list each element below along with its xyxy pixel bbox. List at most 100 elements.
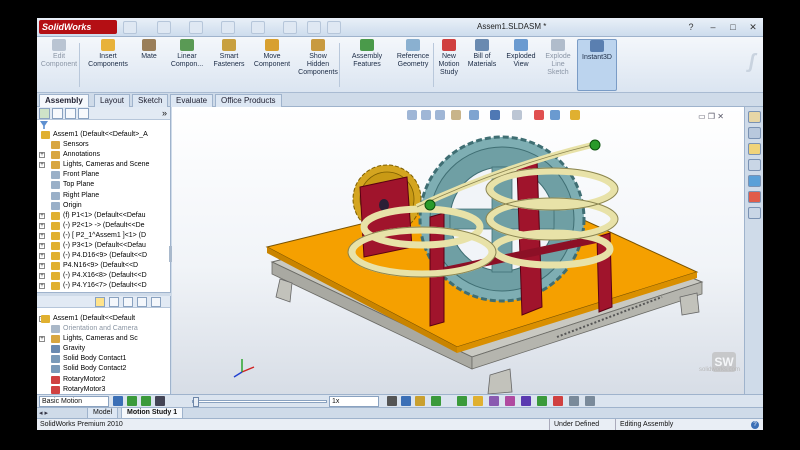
tree-item[interactable]: + P4.N16<9> (Default<<D	[37, 261, 170, 271]
appearances-icon[interactable]	[748, 191, 761, 203]
assembly-features-button[interactable]: Assembly Features	[347, 39, 387, 91]
motor-icon[interactable]	[473, 396, 483, 406]
design-library-icon[interactable]	[748, 127, 761, 139]
autofit-icon[interactable]	[151, 297, 161, 307]
expander-icon[interactable]: +	[39, 212, 45, 219]
filter-selected-icon[interactable]	[123, 297, 133, 307]
tree-item[interactable]: + Lights, Cameras and Scene	[37, 160, 170, 170]
tree-item[interactable]: + (-) P2<1> -> (Default<<De	[37, 221, 170, 231]
expander-icon[interactable]: +	[39, 263, 45, 270]
autokey-icon[interactable]	[431, 396, 441, 406]
expander-icon[interactable]: +	[39, 222, 45, 229]
damper-icon[interactable]	[505, 396, 515, 406]
new-motion-study-button[interactable]: New Motion Study	[437, 39, 461, 91]
tree-item[interactable]: Front Plane	[37, 170, 170, 180]
expander-icon[interactable]: +	[39, 162, 45, 169]
select-icon[interactable]	[283, 21, 297, 34]
expander-icon[interactable]: +	[39, 152, 45, 159]
feature-manager-tab-icon[interactable]	[39, 108, 50, 119]
filter-driving-icon[interactable]	[109, 297, 119, 307]
undo-icon[interactable]	[251, 21, 265, 34]
expander-icon[interactable]: +	[39, 232, 45, 239]
expander-icon[interactable]: +	[39, 273, 45, 280]
help-button[interactable]: ?	[685, 21, 697, 33]
expander-icon[interactable]: +	[39, 283, 45, 290]
tab-evaluate[interactable]: Evaluate	[170, 94, 214, 107]
tree-item[interactable]: Gravity	[37, 344, 170, 354]
linear-pattern-button[interactable]: Linear Compon...	[167, 39, 207, 91]
tree-item[interactable]: Top Plane	[37, 180, 170, 190]
study-type-select[interactable]: Basic Motion	[39, 396, 109, 407]
exploded-view-button[interactable]: Exploded View	[503, 39, 539, 91]
tree-item[interactable]: Solid Body Contact1	[37, 354, 170, 364]
show-hidden-button[interactable]: Show Hidden Components	[293, 39, 343, 91]
maximize-button[interactable]: □	[727, 21, 739, 33]
options-icon[interactable]	[327, 21, 341, 34]
playback-mode-icon[interactable]	[387, 396, 397, 406]
minimize-button[interactable]: –	[707, 21, 719, 33]
tree-item[interactable]: + (-) [ P2_1^Assem1 ]<1> (D	[37, 231, 170, 241]
tree-item[interactable]: RotaryMotor2	[37, 375, 170, 385]
rebuild-icon[interactable]	[307, 21, 321, 34]
assembly-model[interactable]	[172, 107, 744, 394]
property-manager-tab-icon[interactable]	[52, 108, 63, 119]
tree-item[interactable]: + (f) P1<1> (Default<<Defau	[37, 211, 170, 221]
close-button[interactable]: ✕	[747, 21, 759, 33]
playback-slider-thumb[interactable]	[193, 397, 199, 407]
expand-panel-icon[interactable]: »	[162, 107, 167, 119]
tree-item[interactable]: Solid Body Contact2	[37, 364, 170, 374]
tab-scroll-arrows[interactable]: ◂ ▸	[39, 409, 48, 417]
help-icon[interactable]: ?	[751, 421, 759, 429]
animation-wizard-icon[interactable]	[415, 396, 425, 406]
play-from-start-icon[interactable]	[127, 396, 137, 406]
file-explorer-icon[interactable]	[748, 143, 761, 155]
expander-icon[interactable]: +	[39, 253, 45, 260]
explode-line-sketch-button[interactable]: Explode Line Sketch	[543, 39, 573, 91]
tree-item[interactable]: + (-) P4.Y16<7> (Default<<D	[37, 281, 170, 291]
expander-icon[interactable]: +	[39, 243, 45, 250]
add-key-icon[interactable]	[457, 396, 467, 406]
results-plots-icon[interactable]	[569, 396, 579, 406]
move-component-button[interactable]: Move Component	[251, 39, 293, 91]
tree-item[interactable]: + (-) P3<1> (Default<<Defau	[37, 241, 170, 251]
spring-icon[interactable]	[489, 396, 499, 406]
tree-item[interactable]: Assem1 (Default<<Default>_A	[37, 130, 170, 140]
custom-properties-icon[interactable]	[748, 207, 761, 219]
configuration-manager-tab-icon[interactable]	[65, 108, 76, 119]
expander-icon[interactable]: +	[39, 336, 45, 343]
view-palette-icon[interactable]	[748, 175, 761, 187]
tab-sketch[interactable]: Sketch	[132, 94, 169, 107]
tab-assembly[interactable]: Assembly	[39, 94, 89, 107]
new-document-icon[interactable]	[123, 21, 137, 34]
solidworks-resources-icon[interactable]	[748, 111, 761, 123]
reference-geometry-button[interactable]: Reference Geometry	[391, 39, 435, 91]
tree-item[interactable]: Sensors	[37, 140, 170, 150]
force-icon[interactable]	[521, 396, 531, 406]
save-animation-icon[interactable]	[401, 396, 411, 406]
playback-slider[interactable]	[192, 397, 327, 407]
smart-fasteners-button[interactable]: Smart Fasteners	[211, 39, 247, 91]
play-icon[interactable]	[141, 396, 151, 406]
tree-item[interactable]: Right Plane	[37, 191, 170, 201]
open-folder-icon[interactable]	[157, 21, 171, 34]
tree-item[interactable]: Orientation and Camera	[37, 324, 170, 334]
solidworks-logo[interactable]: SolidWorks	[39, 20, 117, 34]
dimxpert-tab-icon[interactable]	[78, 108, 89, 119]
instant3d-button[interactable]: Instant3D	[577, 39, 617, 91]
filter-results-icon[interactable]	[137, 297, 147, 307]
stop-icon[interactable]	[155, 396, 165, 406]
bill-of-materials-button[interactable]: Bill of Materials	[465, 39, 499, 91]
insert-components-button[interactable]: Insert Components	[83, 39, 133, 91]
search-icon[interactable]	[748, 159, 761, 171]
tree-item[interactable]: −Assem1 (Default<<Default	[37, 314, 170, 324]
gravity-icon[interactable]	[553, 396, 563, 406]
mate-button[interactable]: Mate	[137, 39, 161, 91]
edit-component-button[interactable]: Edit Component	[39, 39, 79, 91]
save-icon[interactable]	[189, 21, 203, 34]
tab-layout[interactable]: Layout	[94, 94, 131, 107]
filter-animated-icon[interactable]	[95, 297, 105, 307]
tree-item[interactable]: RotaryMotor3	[37, 385, 170, 394]
graphics-area[interactable]: ▭ ❐ ✕ SW	[172, 107, 744, 394]
tree-item[interactable]: + Lights, Cameras and Sc	[37, 334, 170, 344]
contact-icon[interactable]	[537, 396, 547, 406]
